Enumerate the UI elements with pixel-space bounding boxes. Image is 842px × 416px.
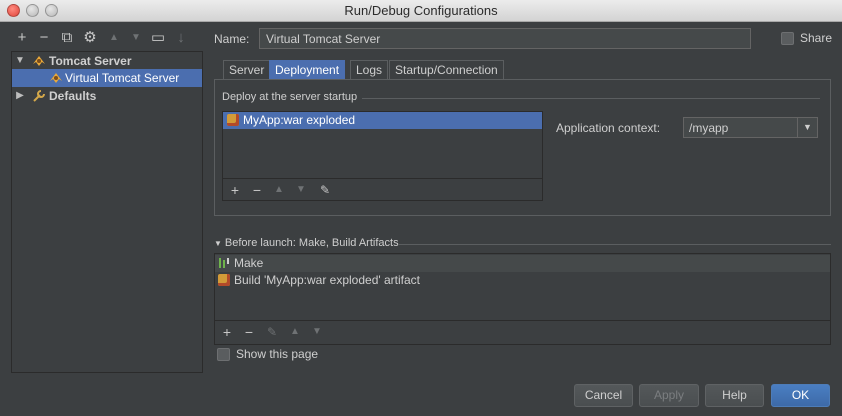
edit-defaults-button[interactable]: ⚙ (80, 28, 100, 48)
list-item[interactable]: Build 'MyApp:war exploded' artifact (215, 272, 830, 289)
tab-deployment[interactable]: Deployment (269, 60, 346, 79)
move-down-button[interactable]: ▼ (307, 322, 327, 342)
configuration-tree[interactable]: ▼ Tomcat Server Virtual Tomcat Server ▶ … (11, 51, 203, 373)
share-checkbox[interactable] (781, 32, 794, 45)
artifact-icon (218, 272, 230, 289)
tree-item-label: Virtual Tomcat Server (65, 71, 180, 85)
tree-item-virtual-tomcat-server[interactable]: Virtual Tomcat Server (12, 69, 202, 87)
tab-logs[interactable]: Logs (350, 60, 389, 79)
tomcat-icon (50, 73, 62, 83)
remove-configuration-button[interactable]: − (34, 28, 54, 48)
cancel-button[interactable]: Cancel (574, 384, 633, 407)
application-context-select[interactable]: /myapp ▼ (683, 117, 818, 138)
show-this-page-checkbox[interactable] (217, 348, 230, 361)
apply-button[interactable]: Apply (639, 384, 699, 407)
tree-item-label: Defaults (49, 89, 97, 103)
title-bar: Run/Debug Configurations (0, 0, 842, 22)
window-title: Run/Debug Configurations (344, 3, 498, 18)
move-up-button[interactable]: ▲ (104, 28, 124, 48)
section-divider (399, 244, 831, 245)
before-launch-toolbar: + − ✎ ▲ ▼ (215, 320, 830, 344)
list-item-label: MyApp:war exploded (243, 113, 356, 127)
before-launch-list[interactable]: Make Build 'MyApp:war exploded' artifact… (214, 253, 831, 345)
edit-task-button[interactable]: ✎ (262, 322, 282, 342)
tab-startup-connection[interactable]: Startup/Connection (389, 60, 504, 79)
deploy-artifact-list[interactable]: MyApp:war exploded + − ▲ ▼ ✎ (222, 111, 543, 201)
before-launch-toggle[interactable]: ▼ Before launch: Make, Build Artifacts (214, 237, 399, 249)
add-artifact-button[interactable]: + (225, 180, 245, 200)
move-up-button[interactable]: ▲ (269, 180, 289, 200)
name-input[interactable] (259, 28, 751, 49)
section-divider (362, 98, 820, 99)
tab-server[interactable]: Server (223, 60, 271, 79)
application-context-value: /myapp (689, 121, 729, 135)
make-icon (219, 258, 229, 268)
collapse-caret-icon: ▼ (214, 239, 222, 248)
list-item-label: Make (234, 256, 264, 270)
name-label: Name: (214, 32, 250, 46)
collapse-caret-icon[interactable]: ▶ (15, 87, 25, 105)
ok-button[interactable]: OK (771, 384, 830, 407)
sort-button[interactable]: ↓ (171, 28, 191, 48)
tree-item-tomcat-server[interactable]: ▼ Tomcat Server (12, 52, 202, 70)
folder-button[interactable]: ▭ (148, 28, 168, 48)
tomcat-icon (33, 56, 45, 66)
show-this-page-label: Show this page (236, 347, 319, 361)
artifact-icon (227, 112, 239, 129)
share-label: Share (800, 31, 833, 45)
remove-artifact-button[interactable]: − (247, 180, 267, 200)
edit-artifact-button[interactable]: ✎ (315, 180, 335, 200)
tree-item-defaults[interactable]: ▶ Defaults (12, 87, 202, 105)
deploy-section-title: Deploy at the server startup (222, 91, 358, 103)
deploy-list-toolbar: + − ▲ ▼ ✎ (223, 178, 542, 200)
move-down-button[interactable]: ▼ (126, 28, 146, 48)
help-button[interactable]: Help (705, 384, 764, 407)
tree-item-label: Tomcat Server (49, 54, 132, 68)
list-item[interactable]: Make (215, 255, 830, 272)
copy-configuration-button[interactable]: ⧉ (57, 28, 77, 48)
list-item[interactable]: MyApp:war exploded (223, 112, 542, 129)
wrench-icon (33, 90, 45, 102)
move-down-button[interactable]: ▼ (291, 180, 311, 200)
move-up-button[interactable]: ▲ (285, 322, 305, 342)
chevron-down-icon[interactable]: ▼ (797, 118, 817, 137)
before-launch-title: Before launch: Make, Build Artifacts (224, 237, 399, 249)
application-context-label: Application context: (556, 121, 661, 135)
add-task-button[interactable]: + (217, 322, 237, 342)
expand-caret-icon[interactable]: ▼ (15, 52, 25, 70)
remove-task-button[interactable]: − (239, 322, 259, 342)
list-item-label: Build 'MyApp:war exploded' artifact (234, 273, 421, 287)
add-configuration-button[interactable]: + (12, 28, 32, 48)
